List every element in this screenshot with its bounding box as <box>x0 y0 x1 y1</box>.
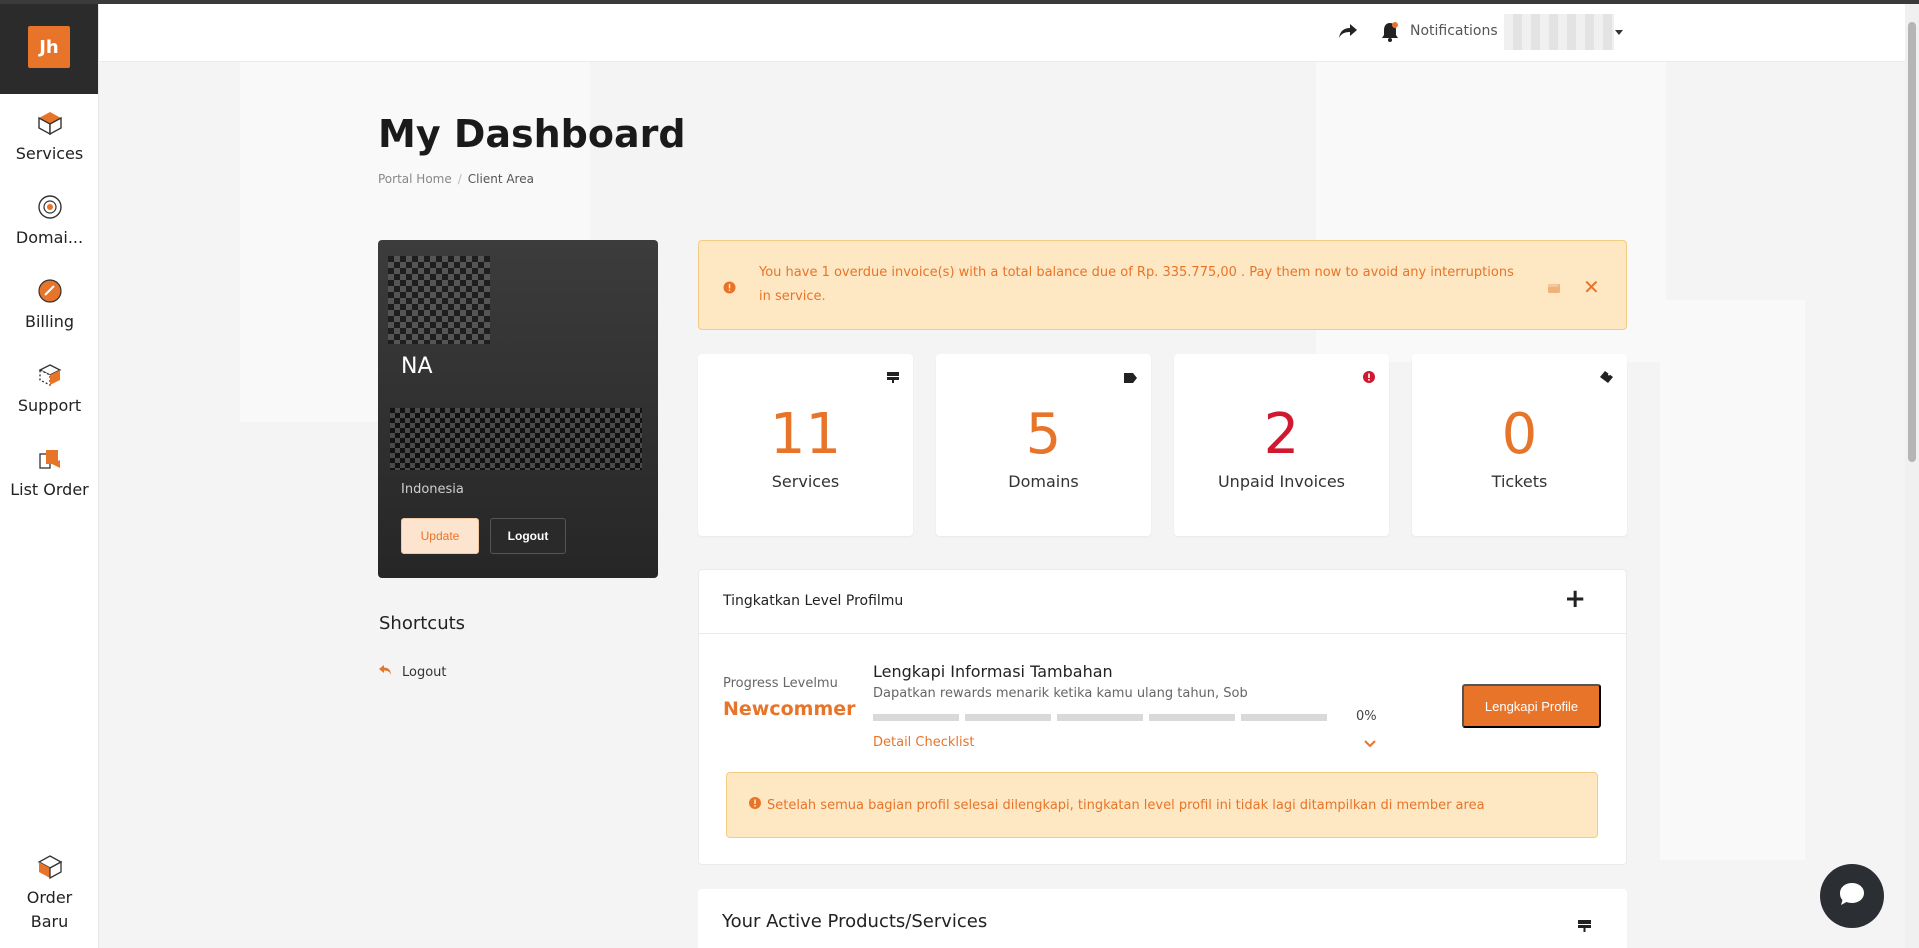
notifications-link[interactable]: Notifications <box>1410 23 1498 39</box>
reply-arrow-icon <box>378 664 392 680</box>
shortcut-logout-link[interactable]: Logout <box>378 664 447 680</box>
active-products-title: Your Active Products/Services <box>722 911 988 932</box>
progress-percent: 0% <box>1356 709 1377 724</box>
chat-bubble-icon <box>1839 882 1865 910</box>
alert-circle-icon <box>1363 368 1375 387</box>
sidebar-item-support[interactable]: Support <box>0 360 99 418</box>
bg-panel <box>1660 300 1805 860</box>
server-icon <box>1578 917 1591 936</box>
bell-icon[interactable] <box>1380 21 1400 47</box>
sidebar-item-label: Services <box>15 144 84 163</box>
level-note: Setelah semua bagian profil selesai dile… <box>726 772 1598 838</box>
profile-level-panel: Tingkatkan Level Profilmu + Progress Lev… <box>698 569 1627 865</box>
breadcrumb: Portal Home / Client Area <box>378 172 534 186</box>
sidebar-item-label: Domai... <box>15 228 84 247</box>
logo-area[interactable]: Jh <box>0 0 98 94</box>
info-title: Lengkapi Informasi Tambahan <box>873 662 1113 681</box>
stat-card-domains[interactable]: 5 Domains <box>936 354 1151 536</box>
stat-label: Domains <box>1008 472 1079 491</box>
sidebar-item-label: Order Baru <box>26 888 73 931</box>
stat-value: 2 <box>1263 402 1300 467</box>
progress-segment <box>1057 714 1143 721</box>
shortcuts-title: Shortcuts <box>379 613 466 634</box>
profile-address-redacted <box>390 408 642 470</box>
breadcrumb-separator: / <box>457 172 462 186</box>
profile-name: NA <box>401 354 433 379</box>
page-title: My Dashboard <box>378 112 686 156</box>
exclamation-circle-icon <box>749 797 761 813</box>
tag-icon <box>1124 368 1137 387</box>
shortcut-logout-label: Logout <box>402 664 447 680</box>
ticket-icon <box>1600 368 1613 387</box>
brand-logo[interactable]: Jh <box>28 26 70 68</box>
info-subtitle: Dapatkan rewards menarik ketika kamu ula… <box>873 686 1248 701</box>
breadcrumb-client-area: Client Area <box>467 172 534 186</box>
chevron-down-icon[interactable] <box>1363 734 1377 753</box>
close-icon[interactable]: ✕ <box>1583 275 1600 299</box>
list-order-icon <box>35 444 65 474</box>
alert-text: You have 1 overdue invoice(s) with a tot… <box>759 265 1514 304</box>
order-box-icon <box>35 852 65 882</box>
overdue-invoice-alert: You have 1 overdue invoice(s) with a tot… <box>698 240 1627 330</box>
sidebar-item-label: Billing <box>24 312 75 331</box>
sidebar-item-label: List Order <box>10 480 89 499</box>
stat-card-unpaid-invoices[interactable]: 2 Unpaid Invoices <box>1174 354 1389 536</box>
logout-button[interactable]: Logout <box>490 518 566 554</box>
sidebar-item-domains[interactable]: Domai... <box>0 192 99 250</box>
wallet-icon[interactable] <box>1547 279 1561 298</box>
progress-bar <box>873 714 1327 721</box>
sidebar-item-billing[interactable]: Billing <box>0 276 99 334</box>
sidebar: Jh Services Domai... Billing Support Lis… <box>0 0 99 948</box>
progress-segment <box>965 714 1051 721</box>
billing-icon <box>35 276 65 306</box>
server-icon <box>887 368 899 387</box>
stat-card-services[interactable]: 11 Services <box>698 354 913 536</box>
support-icon <box>35 360 65 390</box>
scrollbar-thumb[interactable] <box>1908 22 1916 462</box>
box-icon <box>35 108 65 138</box>
user-menu-avatar[interactable] <box>1504 14 1614 50</box>
progress-segment <box>873 714 959 721</box>
profile-country: Indonesia <box>401 482 464 497</box>
update-button[interactable]: Update <box>401 518 479 554</box>
avatar <box>388 256 490 344</box>
stat-value: 0 <box>1501 402 1538 467</box>
expand-plus-icon[interactable]: + <box>1564 584 1586 614</box>
level-note-text: Setelah semua bagian profil selesai dile… <box>767 797 1485 813</box>
caret-down-icon[interactable] <box>1615 30 1623 35</box>
progress-segment <box>1149 714 1235 721</box>
sidebar-item-list-order[interactable]: List Order <box>0 444 99 502</box>
breadcrumb-portal-home[interactable]: Portal Home <box>378 172 452 186</box>
profile-card: NA Indonesia Update Logout <box>378 240 658 578</box>
exclamation-circle-icon <box>723 279 736 298</box>
stat-label: Unpaid Invoices <box>1217 472 1346 491</box>
progress-segment <box>1241 714 1327 721</box>
progress-level-label: Progress Levelmu <box>723 676 838 691</box>
sidebar-item-order-baru[interactable]: Order Baru <box>0 852 99 934</box>
lengkapi-profile-button[interactable]: Lengkapi Profile <box>1462 684 1601 728</box>
stat-label: Services <box>771 472 840 491</box>
globe-icon <box>35 192 65 222</box>
panel-title: Tingkatkan Level Profilmu <box>723 593 904 609</box>
stat-value: 5 <box>1025 402 1062 467</box>
active-products-panel: Your Active Products/Services <box>698 889 1627 948</box>
stat-value: 11 <box>769 402 842 467</box>
stat-card-tickets[interactable]: 0 Tickets <box>1412 354 1627 536</box>
share-icon[interactable] <box>1338 22 1358 44</box>
topbar: Notifications <box>99 4 1905 62</box>
chat-widget-button[interactable] <box>1820 864 1884 928</box>
sidebar-item-label: Support <box>17 396 82 415</box>
sidebar-item-services[interactable]: Services <box>0 108 99 166</box>
panel-header: Tingkatkan Level Profilmu + <box>699 570 1626 634</box>
progress-level-value: Newcommer <box>723 698 856 720</box>
window-top-border <box>0 0 1919 4</box>
detail-checklist-link[interactable]: Detail Checklist <box>873 735 975 750</box>
stat-label: Tickets <box>1491 472 1548 491</box>
